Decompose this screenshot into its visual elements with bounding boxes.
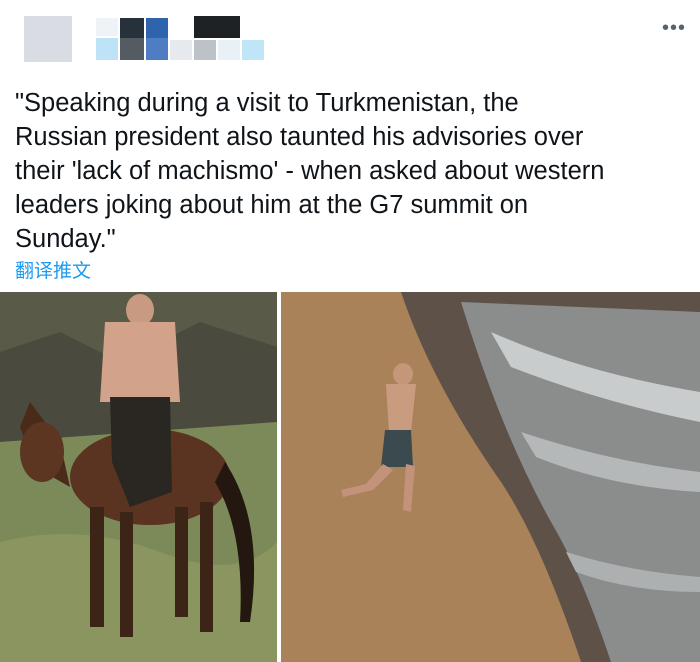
censored-avatar[interactable] [24, 16, 72, 62]
translate-tweet-link[interactable]: 翻译推文 [15, 256, 91, 283]
more-options-icon[interactable]: ••• [662, 18, 686, 38]
tweet-media [0, 292, 700, 662]
tweet-header: ••• [0, 0, 700, 80]
tweet-text: "Speaking during a visit to Turkmenistan… [15, 89, 605, 253]
beach-running-photo[interactable] [281, 292, 700, 662]
horse-riding-photo[interactable] [0, 292, 277, 662]
